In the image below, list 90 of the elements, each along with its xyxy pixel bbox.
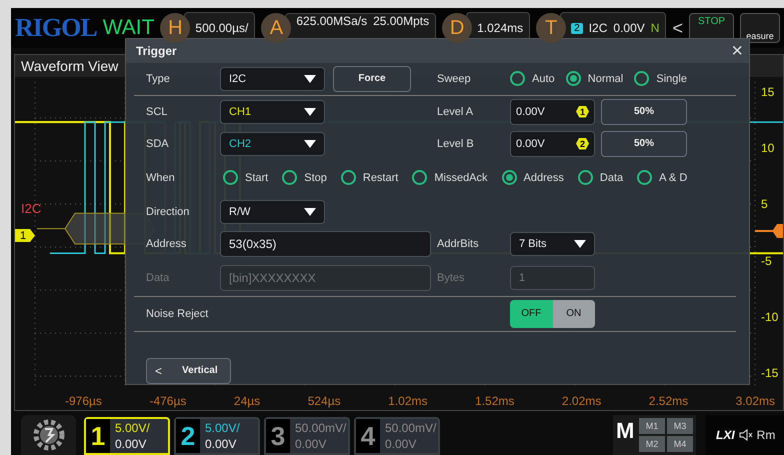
trigger-level-marker xyxy=(755,224,783,238)
trigger-type: I2C xyxy=(588,21,608,35)
time-label: 24µs xyxy=(234,394,260,408)
collapse-toggle[interactable]: < xyxy=(672,18,683,38)
field-label: Noise Reject xyxy=(146,308,210,320)
time-label: 524µs xyxy=(308,394,341,408)
toggle-option[interactable]: ON xyxy=(552,300,595,328)
memory-depth: 25.00Mpts xyxy=(373,14,430,28)
channel-marker[interactable]: 1 xyxy=(15,229,35,242)
type-dropdown[interactable]: I2C xyxy=(220,66,325,91)
field-label: AddrBits xyxy=(437,238,480,250)
math-button[interactable]: M1 xyxy=(639,418,665,434)
time-label: 2.02ms xyxy=(562,394,602,408)
fifty-percent-button[interactable]: 50% xyxy=(601,130,687,157)
field-label: Data xyxy=(146,272,170,284)
field-label: Level A xyxy=(437,106,474,118)
channel-dropdown[interactable]: CH2 xyxy=(220,132,325,156)
force-button[interactable]: Force xyxy=(333,66,411,92)
time-label: 3.02ms xyxy=(736,394,775,408)
gear-logo-button[interactable] xyxy=(21,415,76,455)
channel-dropdown[interactable]: CH1 xyxy=(220,100,325,124)
field-label: Direction xyxy=(146,206,190,218)
run-status: WAIT xyxy=(102,16,154,40)
dropdown-caret-icon xyxy=(304,208,316,216)
radio-option[interactable]: Start xyxy=(223,170,268,186)
radio-option[interactable]: MissedAck xyxy=(412,170,488,186)
channel-number: 2 xyxy=(180,423,196,449)
math-button[interactable]: M3 xyxy=(667,418,693,434)
field-label: SDA xyxy=(146,138,170,150)
voltage-label: -10 xyxy=(761,310,780,324)
radio-option[interactable]: Address xyxy=(502,170,564,186)
fifty-percent-button[interactable]: 50% xyxy=(601,98,687,125)
trigger-level: 0.00V xyxy=(613,21,645,35)
channel-badge: 2 xyxy=(576,138,589,150)
lxi-indicator: LXI xyxy=(716,428,735,442)
remote-indicator: Rm xyxy=(756,428,776,442)
channel-offset: 0.00V xyxy=(115,437,148,451)
channel-offset: 0.00V xyxy=(385,437,418,451)
field-label: When xyxy=(146,172,176,184)
gear-icon xyxy=(30,417,66,453)
voltage-label: 5 xyxy=(761,197,769,212)
back-button[interactable]: < Vertical xyxy=(146,358,231,384)
address-field[interactable]: 53(0x35) xyxy=(220,230,431,257)
time-label: -476µs xyxy=(149,394,186,408)
addr-bits-dropdown[interactable]: 7 Bits xyxy=(510,232,595,256)
channel-scale: 5.00V/ xyxy=(205,421,240,435)
radio-option[interactable]: Data xyxy=(578,170,624,186)
field-label: Bytes xyxy=(437,272,466,284)
channel-scale: 50.00mV/ xyxy=(295,421,346,435)
level-field[interactable]: 0.00V 1 xyxy=(510,98,595,125)
dropdown-caret-icon xyxy=(574,240,586,248)
direction-dropdown[interactable]: R/W xyxy=(220,200,325,224)
voltage-label: -5 xyxy=(761,254,773,268)
channel-scale: 50.00mV/ xyxy=(385,421,436,435)
voltage-label: 15 xyxy=(761,85,776,99)
dropdown-caret-icon xyxy=(304,74,316,83)
dropdown-caret-icon xyxy=(304,140,316,148)
field-label: SCL xyxy=(146,106,168,118)
level-field[interactable]: 0.00V 2 xyxy=(510,130,595,157)
channel-offset: 0.00V xyxy=(295,437,328,451)
sample-rate: 625.00MSa/s xyxy=(296,14,368,28)
dropdown-caret-icon xyxy=(304,108,316,116)
math-button[interactable]: M2 xyxy=(639,436,665,452)
channel-badge: 1 xyxy=(576,106,589,118)
measure-button[interactable]: easure xyxy=(740,13,780,43)
speaker-icon xyxy=(738,429,753,441)
time-label: 2.52ms xyxy=(648,394,688,408)
channel-offset: 0.00V xyxy=(205,437,238,451)
dialog-title: Trigger xyxy=(136,44,177,58)
field-label: Address xyxy=(146,238,188,250)
time-label: 1.02ms xyxy=(388,394,428,408)
channel-number: 4 xyxy=(360,423,376,449)
time-label: -976µs xyxy=(65,394,102,408)
math-button[interactable]: M4 xyxy=(667,436,693,452)
radio-option[interactable]: Restart xyxy=(340,170,398,186)
logo: RIGOL xyxy=(15,13,97,43)
channel-number: 1 xyxy=(90,423,106,449)
bus-label: I2C xyxy=(21,201,42,216)
voltage-label: 10 xyxy=(761,141,776,156)
toggle-option[interactable]: OFF xyxy=(510,300,552,328)
voltage-label: -15 xyxy=(761,366,780,380)
time-label: 1.52ms xyxy=(475,394,514,408)
trigger-mode: N xyxy=(650,21,660,35)
channel-scale: 5.00V/ xyxy=(115,421,150,435)
channel-number: 3 xyxy=(270,423,286,449)
radio-option[interactable]: Stop xyxy=(282,170,327,186)
field-label: Level B xyxy=(437,138,475,150)
math-label: M xyxy=(616,418,636,445)
radio-option[interactable]: A & D xyxy=(637,170,688,186)
source-badge: 2 xyxy=(571,22,583,34)
